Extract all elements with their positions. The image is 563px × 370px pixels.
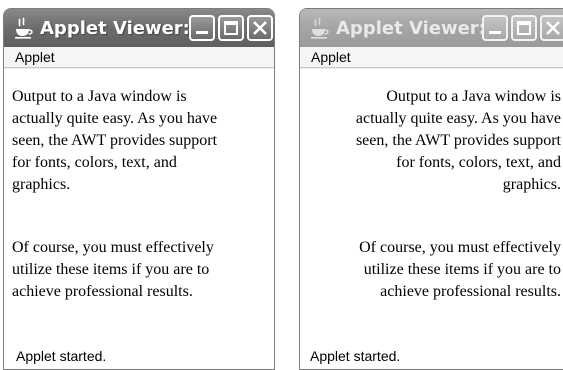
maximize-button[interactable] (218, 15, 244, 41)
maximize-button[interactable] (511, 15, 537, 41)
java-cup-icon (306, 15, 332, 41)
java-cup-icon (10, 15, 36, 41)
applet-canvas: Output to a Java window is actually quit… (300, 69, 563, 369)
status-bar: Applet started. (300, 345, 563, 369)
applet-canvas: Output to a Java window is actually quit… (4, 69, 274, 369)
close-button[interactable] (247, 15, 273, 41)
title-bar[interactable]: Applet Viewer:... (4, 9, 274, 47)
close-icon (546, 21, 560, 35)
minimize-button[interactable] (482, 15, 508, 41)
paragraph-1: Output to a Java window is actually quit… (355, 88, 561, 193)
close-icon (253, 21, 267, 35)
close-button[interactable] (540, 15, 563, 41)
window-title: Applet Viewer:... (336, 17, 507, 39)
paragraph-1: Output to a Java window is actually quit… (12, 88, 218, 193)
minimize-icon (489, 31, 501, 34)
applet-viewer-window-right: Applet Viewer:... Applet Output to a Jav… (299, 8, 563, 370)
paragraph-2: Of course, you must effectively utilize … (359, 239, 561, 300)
paragraph-2: Of course, you must effectively utilize … (12, 239, 214, 300)
status-bar: Applet started. (4, 345, 274, 369)
menu-applet[interactable]: Applet (4, 47, 274, 68)
title-bar[interactable]: Applet Viewer:... (300, 9, 563, 47)
maximize-icon (224, 21, 238, 35)
minimize-icon (196, 31, 208, 34)
menu-applet[interactable]: Applet (300, 47, 563, 68)
window-title: Applet Viewer:... (40, 17, 211, 39)
maximize-icon (517, 21, 531, 35)
applet-viewer-window-left: Applet Viewer:... Applet Output to a Jav… (3, 8, 275, 370)
minimize-button[interactable] (189, 15, 215, 41)
